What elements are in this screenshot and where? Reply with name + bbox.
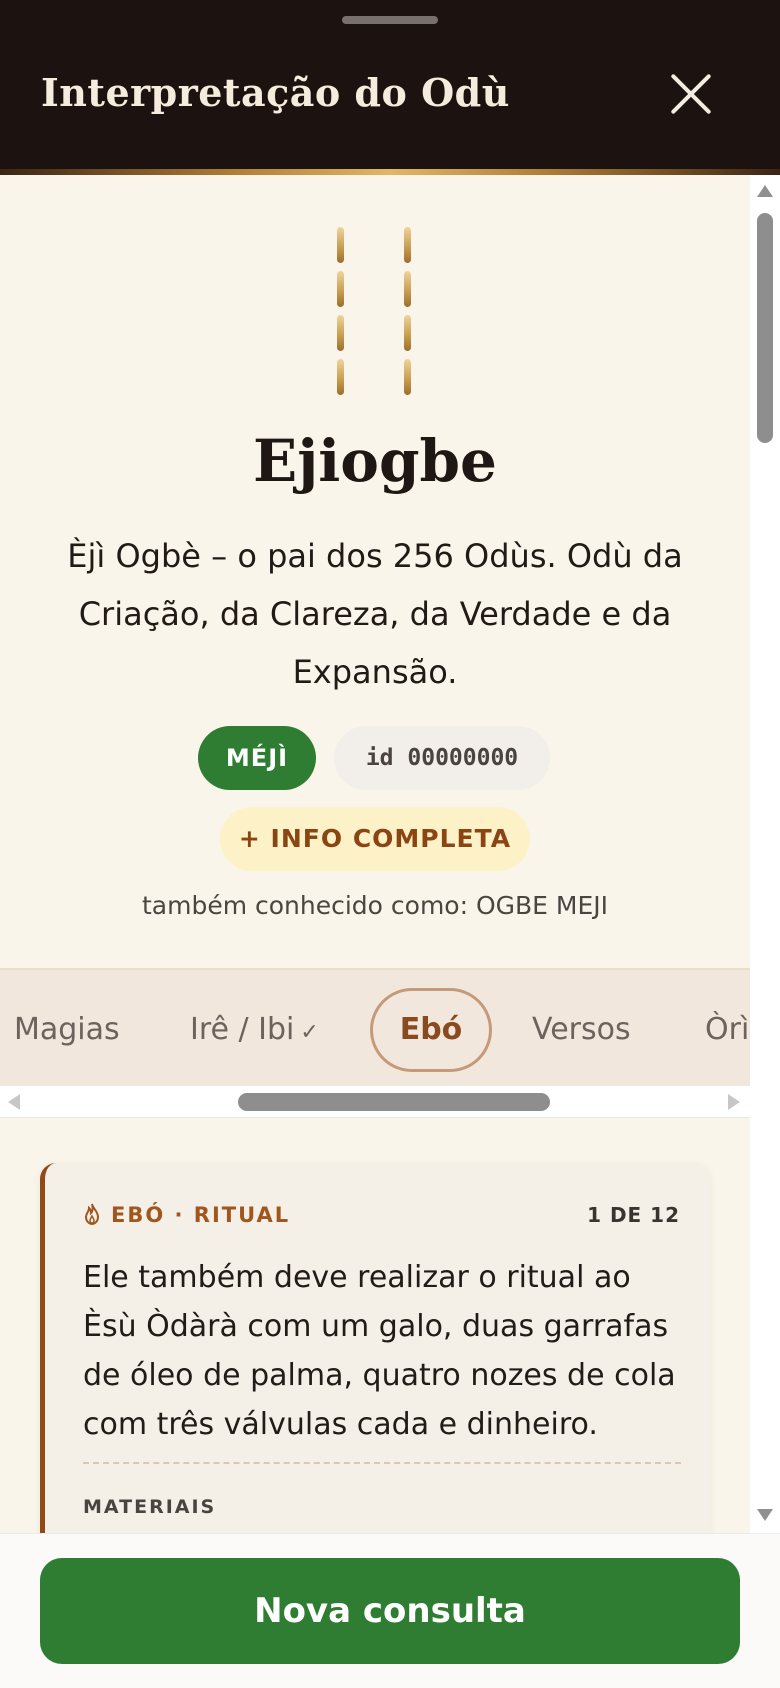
- odu-column-right: [404, 227, 412, 403]
- odu-column-left: [337, 227, 345, 403]
- card-text: Ele também deve realizar o ritual ao Èsù…: [83, 1260, 676, 1442]
- scroll-content[interactable]: Ejiogbe Èjì Ogbè – o pai dos 256 Odùs. O…: [0, 175, 750, 1533]
- horizontal-scroll-thumb[interactable]: [238, 1093, 550, 1111]
- aka-text: também conhecido como: OGBE MEJI: [141, 891, 609, 920]
- tabs-horizontal-scrollbar[interactable]: [0, 1086, 750, 1118]
- meji-badge: MÉJÌ: [198, 726, 316, 790]
- modal-title: Interpretação do Odù: [41, 70, 510, 115]
- odu-name: Ejiogbe: [253, 427, 497, 495]
- tab-versos[interactable]: Versos: [532, 988, 631, 1072]
- odu-marks-icon: [332, 227, 422, 395]
- card-tag: EBÓ · RITUAL: [83, 1203, 290, 1227]
- card-tag-label: EBÓ · RITUAL: [111, 1203, 291, 1227]
- materials-heading: MATERIAIS: [83, 1496, 217, 1518]
- scroll-down-icon[interactable]: [757, 1509, 773, 1521]
- vertical-scrollbar[interactable]: [750, 175, 780, 1533]
- tab-ebo[interactable]: Ebó: [370, 988, 492, 1072]
- nova-consulta-button[interactable]: Nova consulta: [40, 1558, 740, 1664]
- close-icon[interactable]: [668, 71, 714, 117]
- tab-ori[interactable]: Òrì: [705, 988, 749, 1072]
- scroll-right-icon[interactable]: [728, 1094, 740, 1110]
- tab-magias[interactable]: Magias: [14, 988, 120, 1072]
- vertical-scroll-thumb[interactable]: [757, 213, 773, 443]
- id-badge: id 00000000: [334, 726, 550, 790]
- flame-icon: [84, 1203, 100, 1225]
- drag-handle[interactable]: [342, 16, 438, 24]
- check-icon: ✓: [300, 1020, 319, 1045]
- card-count: 1 DE 12: [587, 1203, 680, 1227]
- scroll-left-icon[interactable]: [8, 1094, 20, 1110]
- tabs-bar: Magias Irê / Ibi ✓ Ebó Versos Òrì: [0, 968, 750, 1086]
- ebo-card: EBÓ · RITUAL 1 DE 12 Ele também deve rea…: [40, 1163, 710, 1533]
- info-completa-button[interactable]: + INFO COMPLETA: [220, 807, 530, 871]
- modal-header: Interpretação do Odù: [0, 0, 780, 170]
- odu-description: Èjì Ogbè – o pai dos 256 Odùs. Odù da Cr…: [67, 537, 683, 691]
- card-divider: [83, 1462, 681, 1464]
- footer: Nova consulta: [0, 1533, 780, 1688]
- scroll-up-icon[interactable]: [757, 185, 773, 197]
- tab-ire-label: Irê / Ibi: [190, 1012, 295, 1047]
- tab-ire-ibi[interactable]: Irê / Ibi ✓: [190, 988, 319, 1072]
